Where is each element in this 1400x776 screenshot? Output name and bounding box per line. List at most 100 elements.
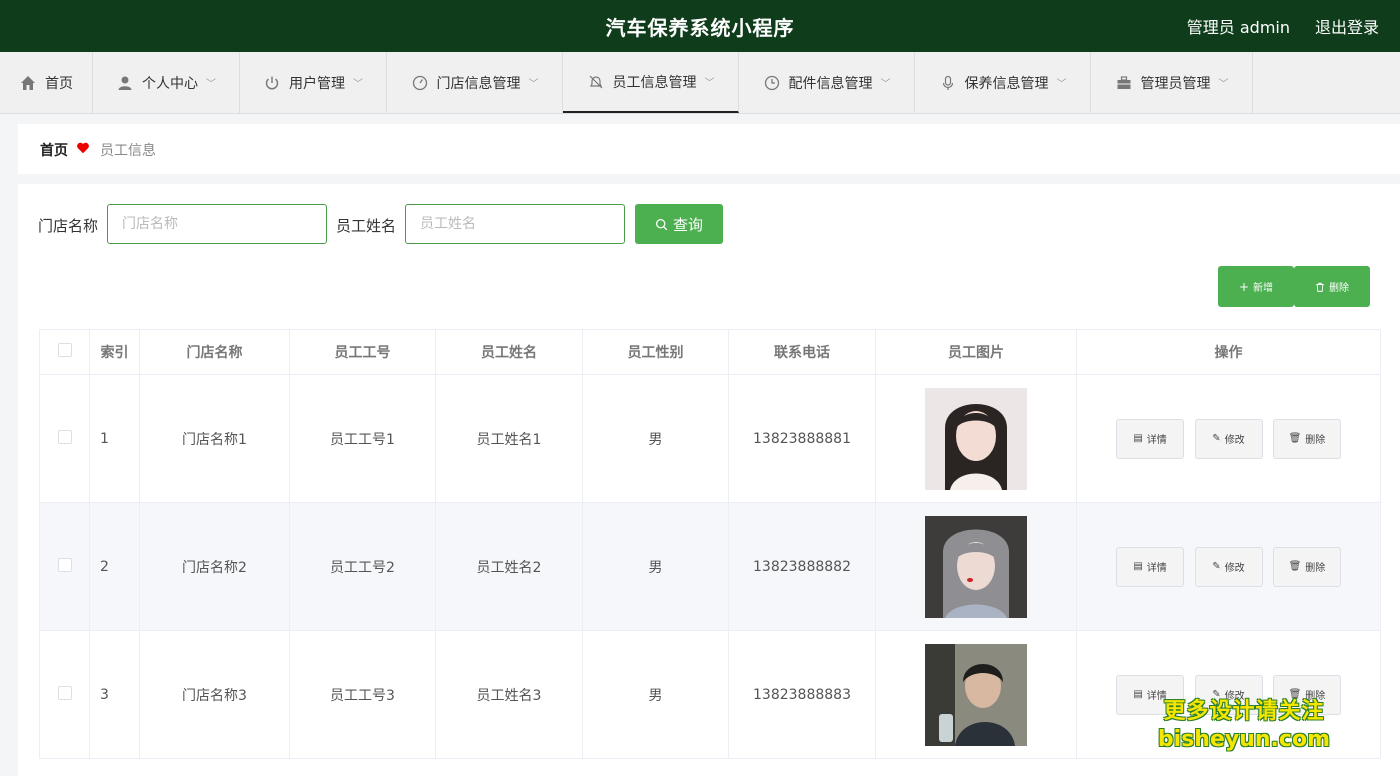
chevron-down-icon: ﹀ <box>1056 79 1067 90</box>
nav-label-parts-management: 配件信息管理 <box>788 75 873 92</box>
cell-employee-no: 员工工号2 <box>289 502 436 631</box>
nav-item-parts-management[interactable]: 配件信息管理 ﹀ <box>739 52 915 113</box>
delete-button[interactable]: 🗑 删除 <box>1272 418 1341 459</box>
batch-delete-button[interactable]: 删除 <box>1294 266 1370 307</box>
nav-label-user-management: 用户管理 <box>289 75 345 92</box>
nav-label-personal-center: 个人中心 <box>142 75 198 92</box>
add-button-label: 新增 <box>1253 283 1274 294</box>
chevron-down-icon: ﹀ <box>528 79 539 90</box>
table-row: 1 门店名称1 员工工号1 员工姓名1 男 13823888881 ▤ 详情 ✎… <box>39 374 1381 503</box>
document-icon: ▤ <box>1133 689 1143 700</box>
chevron-down-icon: ﹀ <box>353 79 363 90</box>
plus-icon: + <box>1238 279 1250 294</box>
nav-item-maintenance-management[interactable]: 保养信息管理 ﹀ <box>915 52 1091 113</box>
employee-name-label: 员工姓名 <box>336 217 397 235</box>
document-icon: ▤ <box>1133 561 1143 572</box>
header-gender: 员工性别 <box>582 329 729 375</box>
row-checkbox-cell <box>39 502 90 631</box>
cell-employee-name: 员工姓名3 <box>435 630 583 759</box>
detail-button[interactable]: ▤ 详情 <box>1116 418 1185 459</box>
edit-label: 修改 <box>1224 435 1245 446</box>
cell-gender: 男 <box>582 630 729 759</box>
edit-label: 修改 <box>1224 563 1245 574</box>
query-button[interactable]: 查询 <box>635 204 723 244</box>
store-name-label: 门店名称 <box>38 217 99 235</box>
header-employee-no: 员工工号 <box>289 329 436 375</box>
row-checkbox-cell <box>39 630 90 759</box>
trash-icon: 🗑 <box>1288 561 1302 572</box>
edit-button[interactable]: ✎ 修改 <box>1194 546 1263 587</box>
trash-icon: 🗑 <box>1288 433 1302 444</box>
delete-label: 删除 <box>1305 435 1326 446</box>
header-photo: 员工图片 <box>875 329 1077 375</box>
header-phone: 联系电话 <box>728 329 876 375</box>
cell-gender: 男 <box>582 374 729 503</box>
nav-item-admin-management[interactable]: 管理员管理 ﹀ <box>1091 52 1253 113</box>
row-checkbox[interactable] <box>57 557 72 572</box>
header-actions: 操作 <box>1076 329 1381 375</box>
cell-phone: 13823888882 <box>728 502 876 631</box>
chevron-down-icon: ﹀ <box>206 79 216 90</box>
nav-label-store-management: 门店信息管理 <box>436 75 521 92</box>
cell-store-name: 门店名称1 <box>139 374 290 503</box>
delete-label: 删除 <box>1305 563 1326 574</box>
cell-employee-no: 员工工号3 <box>289 630 436 759</box>
breadcrumb-current: 员工信息 <box>100 143 156 159</box>
nav-item-user-management[interactable]: 用户管理 ﹀ <box>240 52 387 113</box>
detail-label: 详情 <box>1146 435 1167 446</box>
cell-index: 2 <box>89 502 140 631</box>
nav-item-home[interactable]: 首页 <box>0 52 93 113</box>
employee-photo <box>925 387 1027 490</box>
nav-label-home: 首页 <box>45 75 73 92</box>
nav-item-store-management[interactable]: 门店信息管理 ﹀ <box>387 52 563 113</box>
user-icon <box>116 74 134 92</box>
header-employee-name: 员工姓名 <box>435 329 583 375</box>
select-all-checkbox[interactable] <box>57 343 72 357</box>
nav-item-personal-center[interactable]: 个人中心 ﹀ <box>93 52 240 113</box>
detail-label: 详情 <box>1146 563 1167 574</box>
chevron-down-icon: ﹀ <box>1218 79 1229 90</box>
table-header-row: 索引 门店名称 员工工号 员工姓名 员工性别 联系电话 员工图片 操作 <box>39 329 1381 375</box>
row-checkbox[interactable] <box>57 685 72 700</box>
cell-employee-name: 员工姓名2 <box>435 502 583 631</box>
delete-button[interactable]: 🗑 删除 <box>1272 546 1341 587</box>
pencil-icon: ✎ <box>1212 433 1221 444</box>
detail-button[interactable]: ▤ 详情 <box>1116 546 1185 587</box>
clock-icon <box>763 74 781 92</box>
select-all-cell <box>39 329 90 375</box>
logout-button[interactable]: 退出登录 <box>1315 14 1379 38</box>
cell-index: 1 <box>89 374 140 503</box>
row-checkbox[interactable] <box>57 429 72 444</box>
employee-name-input[interactable] <box>405 204 625 244</box>
watermark-line-1: 更多设计请关注 <box>1163 699 1325 724</box>
cell-index: 3 <box>89 630 140 759</box>
store-name-input[interactable] <box>107 204 327 244</box>
document-icon: ▤ <box>1133 433 1143 444</box>
cell-photo <box>875 630 1077 759</box>
power-icon <box>263 74 281 92</box>
row-checkbox-cell <box>39 374 90 503</box>
cell-phone: 13823888881 <box>728 374 876 503</box>
gauge-icon <box>411 74 429 92</box>
edit-button[interactable]: ✎ 修改 <box>1194 418 1263 459</box>
breadcrumb-home[interactable]: 首页 <box>40 140 68 160</box>
nav-item-employee-management[interactable]: 员工信息管理 ﹀ <box>563 52 739 113</box>
employee-photo <box>925 515 1027 618</box>
add-button[interactable]: + 新增 <box>1218 266 1294 307</box>
main-nav: 首页 个人中心 ﹀ 用户管理 ﹀ 门店信息管理 ﹀ 员工信息管理 ﹀ 配件信息管… <box>0 52 1400 114</box>
cell-store-name: 门店名称2 <box>139 502 290 631</box>
briefcase-icon <box>1115 74 1133 92</box>
trash-icon <box>1315 282 1325 292</box>
chevron-down-icon: ﹀ <box>704 78 715 89</box>
nav-label-employee-management: 员工信息管理 <box>612 74 697 91</box>
employee-photo <box>925 643 1027 746</box>
nav-label-maintenance-management: 保养信息管理 <box>964 75 1049 92</box>
bell-off-icon <box>587 73 605 91</box>
search-icon <box>655 218 668 231</box>
nav-label-admin-management: 管理员管理 <box>1140 75 1211 92</box>
admin-label: 管理员 admin <box>1186 18 1290 37</box>
cell-employee-no: 员工工号1 <box>289 374 436 503</box>
microphone-icon <box>939 74 957 92</box>
batch-delete-label: 删除 <box>1329 283 1349 294</box>
cell-actions: ▤ 详情 ✎ 修改 🗑 删除 <box>1076 502 1381 631</box>
